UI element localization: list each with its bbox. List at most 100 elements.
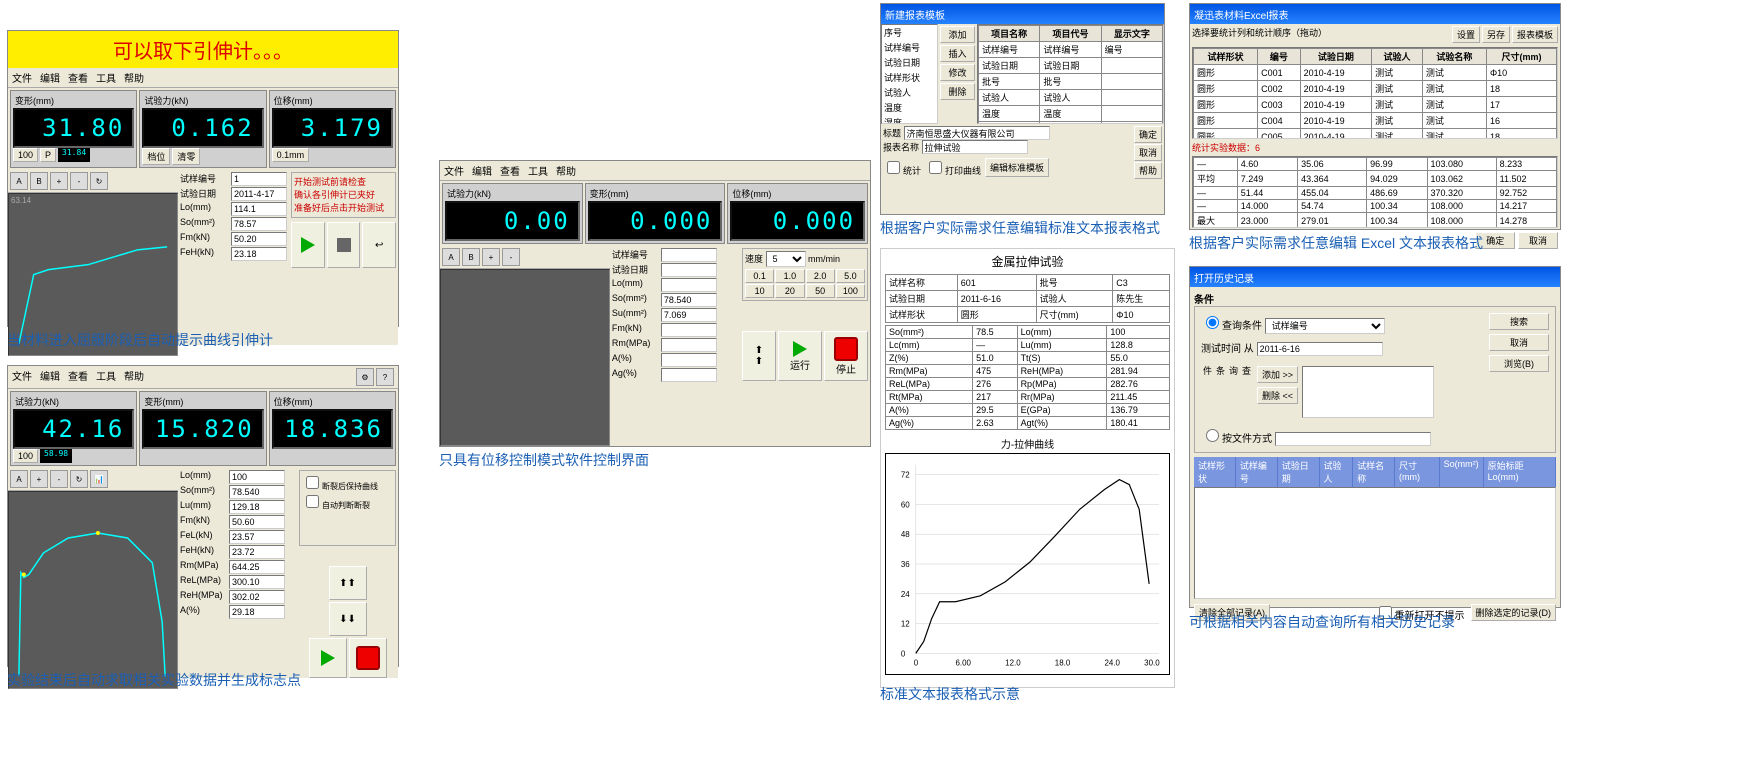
svg-text:24.0: 24.0 — [1104, 658, 1120, 667]
stop-button[interactable] — [327, 222, 361, 268]
svg-text:12: 12 — [901, 620, 910, 629]
settings-btn[interactable]: 设置 — [1452, 26, 1480, 43]
titlebar-7: 打开历史记录 — [1190, 267, 1560, 287]
report-title: 金属拉伸试验 — [885, 253, 1170, 270]
screenshot-template-editor: 新建报表模板 序号试样编号试验日期试样形状试验人温度湿度Lo(mm)Lc(mm)… — [880, 3, 1165, 215]
screenshot-report-preview: 金属拉伸试验 试样名称601批号C3试验日期2011-6-16试验人陈先生试样形… — [880, 248, 1175, 688]
digital-force-3: 0.00 — [445, 201, 580, 241]
stop-icon — [337, 238, 351, 252]
titlebar-6: 凝迅表材料Excel报表 — [1190, 4, 1560, 24]
digital-force-2: 42.16 — [13, 409, 134, 449]
svg-text:60: 60 — [901, 500, 910, 509]
up-btn-3[interactable]: ⬆⬆ — [742, 331, 776, 381]
saveas-btn[interactable]: 另存 — [1482, 26, 1510, 43]
template-btn[interactable]: 报表模板 — [1512, 26, 1558, 43]
screenshot-disp-control: 文件编辑查看工具帮助 试验力(kN) 0.00 变形(mm) 0.000 位移(… — [439, 160, 871, 447]
speed-preset[interactable]: 100 — [836, 284, 865, 298]
speed-preset[interactable]: 20 — [775, 284, 804, 298]
data-grid[interactable]: 试样形状编号试验日期试验人试验名称尺寸(mm)圆形C0012010-4-19测试… — [1192, 47, 1558, 139]
digital-deform-3: 0.000 — [588, 201, 723, 241]
search-btn[interactable]: 搜索 — [1489, 313, 1549, 330]
radio-query-cond[interactable] — [1206, 316, 1219, 329]
caption-4: 根据客户实际需求任意编辑标准文本报表格式 — [880, 218, 1160, 238]
query-field-select[interactable]: 试样编号 — [1265, 318, 1385, 334]
digital-deform: 31.80 — [13, 108, 134, 148]
svg-text:6.00: 6.00 — [956, 658, 972, 667]
selected-fields[interactable]: 项目名称项目代号显示文字试样编号试样编号编号试验日期试验日期批号批号试验人试验人… — [977, 24, 1164, 124]
titlebar-4: 新建报表模板 — [881, 4, 1164, 24]
dialog-btn[interactable]: 帮助 — [1134, 162, 1162, 179]
radio-file-mode[interactable] — [1206, 429, 1219, 442]
report-data-table: So(mm²)78.5Lo(mm)100Lc(mm)—Lu(mm)128.8Z(… — [885, 325, 1170, 430]
dialog-btn[interactable]: 取消 — [1134, 144, 1162, 161]
del-selected-btn[interactable]: 删除选定的记录(D) — [1471, 604, 1557, 621]
add-cond-btn[interactable]: 添加 >> — [1257, 366, 1298, 383]
digital-disp-2: 18.836 — [272, 409, 393, 449]
empty-chart — [440, 269, 610, 446]
caption-7: 可根据相关内容自动查询所有相关历史记录 — [1189, 612, 1455, 632]
dialog-btn[interactable]: 确定 — [1134, 126, 1162, 143]
run-button-2[interactable] — [309, 638, 347, 678]
sample-no[interactable] — [231, 172, 287, 186]
digital-disp: 3.179 — [272, 108, 393, 148]
digital-deform-2: 15.820 — [142, 409, 263, 449]
date-from-input[interactable] — [1257, 342, 1383, 356]
screenshot-excel-stats: 凝迅表材料Excel报表 选择要统计列和统计顺序（拖动） 设置 另存 报表模板 … — [1189, 3, 1561, 230]
fields-listbox[interactable]: 序号试样编号试验日期试样形状试验人温度湿度Lo(mm)Lc(mm)Lu(mm)a… — [881, 24, 938, 124]
btn-a[interactable]: A — [10, 172, 28, 190]
field-action-btn[interactable]: 添加 — [940, 26, 975, 43]
browse-btn[interactable]: 浏览(B) — [1489, 355, 1549, 372]
svg-text:0: 0 — [914, 658, 919, 667]
svg-text:30.0: 30.0 — [1144, 658, 1160, 667]
digital-disp-3: 0.000 — [730, 201, 865, 241]
speed-preset[interactable]: 0.1 — [745, 269, 774, 283]
caption-1: 当材料进入屈服阶段后自动提示曲线引伸计 — [7, 330, 273, 350]
stop-button-2[interactable] — [349, 638, 387, 678]
run-button[interactable] — [291, 222, 325, 268]
yield-banner: 可以取下引伸计。。。 — [8, 31, 398, 68]
svg-text:18.0: 18.0 — [1055, 658, 1071, 667]
speed-preset[interactable]: 2.0 — [806, 269, 835, 283]
speed-preset[interactable]: 1.0 — [775, 269, 804, 283]
svg-text:48: 48 — [901, 530, 910, 539]
screenshot-post-test: 文件编辑查看工具帮助 ⚙? 试验力(kN) 42.16 10058.98 变形(… — [7, 365, 399, 667]
svg-text:0: 0 — [901, 649, 906, 658]
down-button[interactable]: ⬇⬇ — [329, 602, 367, 636]
speed-preset[interactable]: 5.0 — [836, 269, 865, 283]
report-header-table: 试样名称601批号C3试验日期2011-6-16试验人陈先生试样形状圆形尺寸(m… — [885, 274, 1170, 323]
del-cond-btn[interactable]: 删除 << — [1257, 387, 1298, 404]
caption-6: 根据客户实际需求任意编辑 Excel 文本报表格式 — [1189, 233, 1483, 253]
std-template-btn[interactable]: 编辑标准模板 — [985, 158, 1049, 177]
stats-grid: —4.6035.0696.99103.0808.233平均7.24943.364… — [1192, 156, 1558, 228]
stop-btn-3[interactable]: 停止 — [824, 331, 868, 381]
cancel-btn-6[interactable]: 取消 — [1518, 232, 1558, 249]
report-force-chart: 0 12 24 36 48 60 72 0 6.00 12.0 18.0 24.0 30.0 — [885, 453, 1170, 675]
cancel-btn-7[interactable]: 取消 — [1489, 334, 1549, 351]
screenshot-yield-prompt: 可以取下引伸计。。。 文件编辑查看工具帮助 变形(mm) 31.80 100P3… — [7, 30, 399, 327]
svg-text:36: 36 — [901, 560, 910, 569]
field-action-btn[interactable]: 插入 — [940, 45, 975, 62]
play-icon — [301, 237, 315, 253]
menubar: 文件编辑查看工具帮助 — [8, 68, 398, 88]
up-button[interactable]: ⬆⬆ — [329, 566, 367, 600]
field-action-btn[interactable]: 删除 — [940, 83, 975, 100]
chart-toolbar: AB+-↻ — [8, 170, 178, 193]
screenshot-history-query: 打开历史记录 条件 查询条件 试样编号 测试时间 从 查询条件 添加 >> 删除… — [1189, 266, 1561, 608]
svg-text:24: 24 — [901, 590, 910, 599]
cond-listbox[interactable] — [1302, 366, 1434, 418]
speed-preset[interactable]: 10 — [745, 284, 774, 298]
caption-2: 实验结束后自动求取相关实验数据并生成标志点 — [7, 670, 301, 690]
company-input[interactable] — [904, 126, 1050, 140]
speed-preset[interactable]: 50 — [806, 284, 835, 298]
menubar-2: 文件编辑查看工具帮助 ⚙? — [8, 366, 398, 389]
field-action-btn[interactable]: 修改 — [940, 64, 975, 81]
results-list[interactable] — [1194, 487, 1556, 599]
svg-text:12.0: 12.0 — [1005, 658, 1021, 667]
speed-select[interactable]: 5 — [766, 251, 806, 267]
svg-text:72: 72 — [901, 471, 910, 480]
run-btn-3[interactable]: 运行 — [778, 331, 822, 381]
return-button[interactable]: ↩ — [362, 222, 396, 268]
report-name-input[interactable] — [922, 140, 1028, 154]
caption-3: 只具有位移控制模式软件控制界面 — [439, 450, 649, 470]
results-header: 试样形状试样编号试验日期试验人试样名称尺寸(mm)So(mm²)原始标距 Lo(… — [1194, 457, 1556, 487]
